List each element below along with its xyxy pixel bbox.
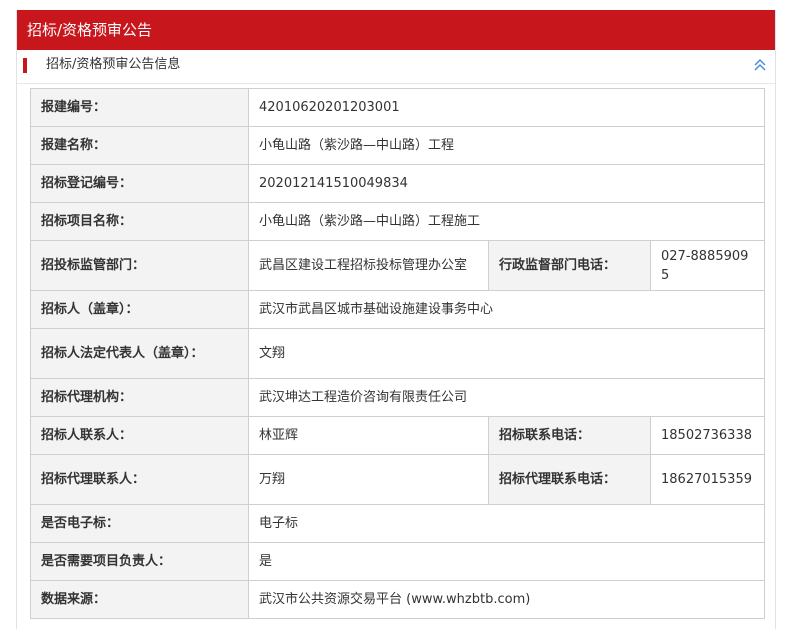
field-label: 是否需要项目负责人： [30, 542, 249, 581]
section-title: 招标/资格预审公告信息 [46, 57, 181, 72]
announcement-info-table: 报建编号： 42010620201203001 报建名称： 小龟山路（紫沙路—中… [30, 88, 766, 619]
field-value: 小龟山路（紫沙路—中山路）工程 [247, 126, 766, 165]
field-value: 202012141510049834 [247, 164, 766, 203]
field-label: 行政监督部门电话： [488, 240, 651, 291]
field-label: 招标人联系人： [30, 416, 249, 455]
field-label: 招投标监管部门： [30, 240, 249, 291]
table-row: 是否电子标： 电子标 [30, 504, 766, 543]
field-value: 电子标 [247, 504, 766, 543]
field-label: 数据来源： [30, 580, 249, 619]
double-chevron-up-icon[interactable] [753, 55, 767, 75]
table-row: 招标代理联系人： 万翔 招标代理联系电话： 18627015359 [30, 454, 766, 505]
field-label: 招标人（盖章）： [30, 290, 249, 329]
table-row: 报建名称： 小龟山路（紫沙路—中山路）工程 [30, 126, 766, 165]
field-label: 招标代理机构： [30, 378, 249, 417]
field-label: 招标人法定代表人（盖章）： [30, 328, 249, 379]
field-value: 小龟山路（紫沙路—中山路）工程施工 [247, 202, 766, 241]
table-row: 报建编号： 42010620201203001 [30, 88, 766, 127]
page-title: 招标/资格预审公告 [17, 10, 775, 50]
field-value: 万翔 [248, 454, 489, 505]
field-value: 武昌区建设工程招标投标管理办公室 [248, 240, 489, 291]
table-row: 招标代理机构： 武汉坤达工程造价咨询有限责任公司 [30, 378, 766, 417]
table-row: 数据来源： 武汉市公共资源交易平台 (www.whzbtb.com) [30, 580, 766, 619]
field-value: 武汉市武昌区城市基础设施建设事务中心 [247, 290, 766, 329]
table-row: 招标人法定代表人（盖章）： 文翔 [30, 328, 766, 379]
field-label: 招标联系电话： [488, 416, 651, 455]
field-value: 027-88859095 [649, 240, 766, 291]
field-value: 42010620201203001 [247, 88, 766, 127]
field-value: 林亚辉 [248, 416, 489, 455]
field-value: 武汉坤达工程造价咨询有限责任公司 [247, 378, 766, 417]
field-value: 18502736338 [649, 416, 766, 455]
table-row: 招投标监管部门： 武昌区建设工程招标投标管理办公室 行政监督部门电话： 027-… [30, 240, 766, 291]
field-label: 招标代理联系电话： [488, 454, 651, 505]
field-value: 文翔 [247, 328, 766, 379]
field-label: 招标项目名称： [30, 202, 249, 241]
table-row: 是否需要项目负责人： 是 [30, 542, 766, 581]
table-row: 招标项目名称： 小龟山路（紫沙路—中山路）工程施工 [30, 202, 766, 241]
field-value: 武汉市公共资源交易平台 (www.whzbtb.com) [247, 580, 766, 619]
table-row: 招标人（盖章）： 武汉市武昌区城市基础设施建设事务中心 [30, 290, 766, 329]
field-label: 招标登记编号： [30, 164, 249, 203]
field-value: 18627015359 [649, 454, 766, 505]
field-label: 报建名称： [30, 126, 249, 165]
field-label: 是否电子标： [30, 504, 249, 543]
section-accent-bar [23, 58, 27, 73]
table-row: 招标人联系人： 林亚辉 招标联系电话： 18502736338 [30, 416, 766, 455]
field-label: 招标代理联系人： [30, 454, 249, 505]
section-header: 招标/资格预审公告信息 [17, 50, 775, 84]
field-value: 是 [247, 542, 766, 581]
field-label: 报建编号： [30, 88, 249, 127]
announcement-panel: 招标/资格预审公告 招标/资格预审公告信息 报建编号： 420106202012… [16, 10, 776, 629]
table-row: 招标登记编号： 202012141510049834 [30, 164, 766, 203]
